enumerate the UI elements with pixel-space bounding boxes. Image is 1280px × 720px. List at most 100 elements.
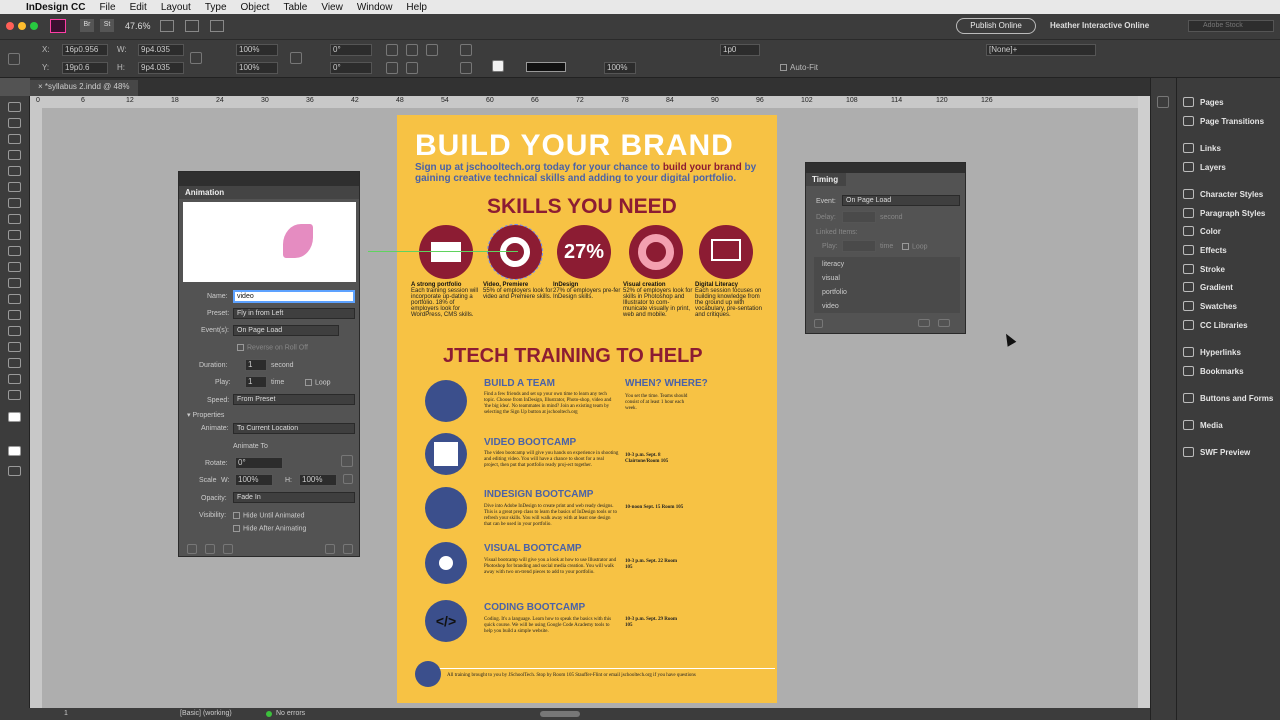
play-together-icon[interactable] (918, 319, 930, 327)
document-page[interactable]: BUILD YOUR BRAND Sign up at jschooltech.… (397, 115, 777, 703)
convert-to-motion-path-icon[interactable] (205, 544, 215, 554)
preview-spread-icon[interactable] (187, 544, 197, 554)
selection-tool-icon[interactable] (8, 102, 21, 112)
scale-h-field[interactable]: 100% (299, 474, 337, 486)
dock-links[interactable]: Links (1183, 143, 1221, 153)
scissors-tool-icon[interactable] (8, 278, 21, 288)
panel-header[interactable] (806, 163, 965, 173)
dock-layers[interactable]: Layers (1183, 162, 1226, 172)
preset-select[interactable]: Fly in from Left (233, 308, 355, 319)
dock-stroke[interactable]: Stroke (1183, 264, 1225, 274)
menu-layout[interactable]: Layout (161, 2, 191, 13)
close-window-button[interactable] (6, 22, 14, 30)
text-path-icon[interactable] (426, 44, 438, 56)
trash-icon[interactable] (343, 544, 353, 554)
video-ring-icon[interactable] (487, 224, 543, 280)
stock-button[interactable]: St (100, 19, 114, 32)
show-animation-proxy-icon[interactable] (223, 544, 233, 554)
hand-tool-icon[interactable] (8, 374, 21, 384)
scale-w-field[interactable]: 100% (235, 474, 273, 486)
timing-list-item[interactable]: portfolio (822, 289, 847, 296)
duration-field[interactable]: 1 (245, 359, 267, 371)
flip-vertical-icon[interactable] (406, 62, 418, 74)
bridge-button[interactable]: Br (80, 19, 94, 32)
dock-pages[interactable]: Pages (1183, 97, 1224, 107)
speed-select[interactable]: From Preset (233, 394, 355, 405)
motion-path[interactable] (368, 251, 518, 252)
rotate-ccw-icon[interactable] (406, 44, 418, 56)
profile-select[interactable]: [Basic] (working) (180, 710, 232, 717)
hide-until-animated-checkbox[interactable]: Hide Until Animated (233, 512, 304, 519)
flip-horizontal-icon[interactable] (386, 62, 398, 74)
zoom-level[interactable]: 47.6% (125, 21, 151, 31)
portfolio-folder-icon[interactable] (419, 225, 473, 279)
free-transform-tool-icon[interactable] (8, 294, 21, 304)
reference-point-icon[interactable] (8, 53, 20, 65)
select-content-icon[interactable] (460, 62, 472, 74)
rectangle-tool-icon[interactable] (8, 262, 21, 272)
app-name-menu[interactable]: InDesign CC (26, 2, 85, 13)
origin-grid-icon[interactable] (341, 455, 353, 467)
screen-mode-icon[interactable] (185, 20, 199, 32)
auto-fit-checkbox[interactable]: Auto-Fit (780, 63, 818, 72)
arrange-documents-icon[interactable] (210, 20, 224, 32)
stroke-type-select[interactable] (526, 62, 566, 72)
timing-list-item[interactable]: video (822, 303, 839, 310)
rotate-cw-icon[interactable] (386, 44, 398, 56)
opacity-field[interactable]: 100% (604, 62, 636, 74)
rectangle-frame-tool-icon[interactable] (8, 246, 21, 256)
scale-link-icon[interactable] (343, 474, 353, 484)
dock-color[interactable]: Color (1183, 226, 1221, 236)
timing-loop-checkbox[interactable]: Loop (902, 243, 928, 250)
panel-header[interactable] (179, 172, 359, 186)
timing-list-item[interactable]: literacy (822, 261, 844, 268)
opacity-select[interactable]: Fade In (233, 492, 355, 503)
play-separately-icon[interactable] (938, 319, 950, 327)
visual-donut-icon[interactable] (629, 225, 683, 279)
timing-play-field[interactable] (842, 240, 876, 252)
timing-item-list[interactable]: literacy visual portfolio video (814, 257, 960, 313)
direct-selection-tool-icon[interactable] (8, 118, 21, 128)
zoom-tool-icon[interactable] (8, 390, 21, 400)
dock-character-styles[interactable]: Character Styles (1183, 189, 1263, 199)
y-field[interactable]: 19p0.6 (62, 62, 108, 74)
horizontal-scrollbar-thumb[interactable] (540, 711, 580, 717)
stroke-weight-field[interactable]: 1p0 (720, 44, 760, 56)
line-tool-icon[interactable] (8, 198, 21, 208)
menu-edit[interactable]: Edit (130, 2, 147, 13)
preview-spread-icon[interactable] (814, 319, 823, 328)
document-tab[interactable]: × *syllabus 2.indd @ 48% (30, 80, 138, 96)
dock-swf-preview[interactable]: SWF Preview (1183, 447, 1250, 457)
dock-buttons-and-forms[interactable]: Buttons and Forms (1183, 393, 1273, 403)
menu-type[interactable]: Type (205, 2, 227, 13)
scale-lock-icon[interactable] (290, 52, 302, 64)
delay-field[interactable] (842, 211, 876, 223)
eyedropper-tool-icon[interactable] (8, 358, 21, 368)
dock-effects[interactable]: Effects (1183, 245, 1227, 255)
dock-page-transitions[interactable]: Page Transitions (1183, 116, 1264, 126)
tab-close-icon[interactable]: × (38, 82, 45, 91)
minimize-window-button[interactable] (18, 22, 26, 30)
pen-tool-icon[interactable] (8, 214, 21, 224)
dock-paragraph-styles[interactable]: Paragraph Styles (1183, 208, 1265, 218)
type-tool-icon[interactable] (8, 182, 21, 192)
rotation-field[interactable]: 0° (330, 44, 372, 56)
menu-view[interactable]: View (321, 2, 343, 13)
constrain-proportions-icon[interactable] (190, 52, 202, 64)
collapsed-panel-icon[interactable] (1157, 96, 1169, 108)
reverse-roll-off-checkbox[interactable]: Reverse on Roll Off (237, 344, 308, 351)
remove-animation-icon[interactable] (325, 544, 335, 554)
menu-table[interactable]: Table (283, 2, 307, 13)
dock-media[interactable]: Media (1183, 420, 1223, 430)
shear-field[interactable]: 0° (330, 62, 372, 74)
note-tool-icon[interactable] (8, 342, 21, 352)
content-collector-icon[interactable] (8, 166, 21, 176)
fill-stroke-icon[interactable] (8, 412, 21, 422)
height-field[interactable]: 9p4.035 (138, 62, 184, 74)
stock-search-input[interactable]: Adobe Stock (1188, 20, 1274, 32)
zoom-window-button[interactable] (30, 22, 38, 30)
preflight-errors[interactable]: No errors (276, 710, 305, 717)
gradient-feather-tool-icon[interactable] (8, 326, 21, 336)
menu-object[interactable]: Object (241, 2, 270, 13)
menu-window[interactable]: Window (357, 2, 393, 13)
